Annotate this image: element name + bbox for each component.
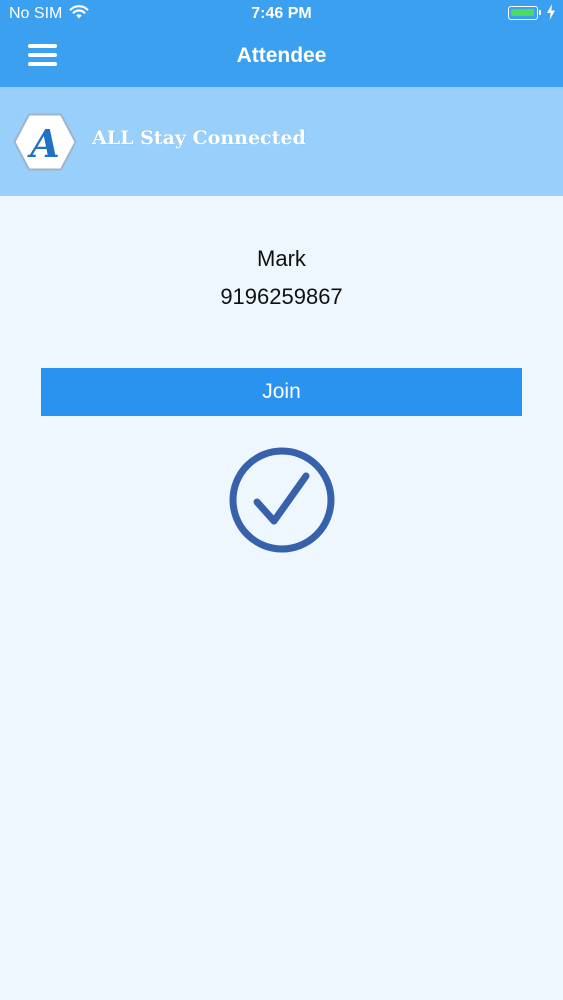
status-time: 7:46 PM bbox=[251, 5, 312, 22]
join-button[interactable]: Join bbox=[41, 368, 522, 416]
attendee-name: Mark bbox=[257, 246, 306, 271]
brand-name: ALL Stay Connected bbox=[92, 127, 306, 149]
logo-icon: A bbox=[13, 113, 77, 176]
page-title: Attendee bbox=[236, 44, 327, 67]
logo-letter: A bbox=[27, 121, 59, 166]
status-bar: No SIM 7:46 PM bbox=[0, 0, 563, 30]
attendee-phone: 9196259867 bbox=[220, 284, 343, 309]
navigation-bar: Attendee bbox=[0, 30, 563, 87]
battery-icon bbox=[508, 6, 541, 20]
checkmark-circle-icon bbox=[228, 446, 336, 559]
charging-bolt-icon bbox=[546, 4, 556, 25]
top-bar: No SIM 7:46 PM Attendee bbox=[0, 0, 563, 87]
